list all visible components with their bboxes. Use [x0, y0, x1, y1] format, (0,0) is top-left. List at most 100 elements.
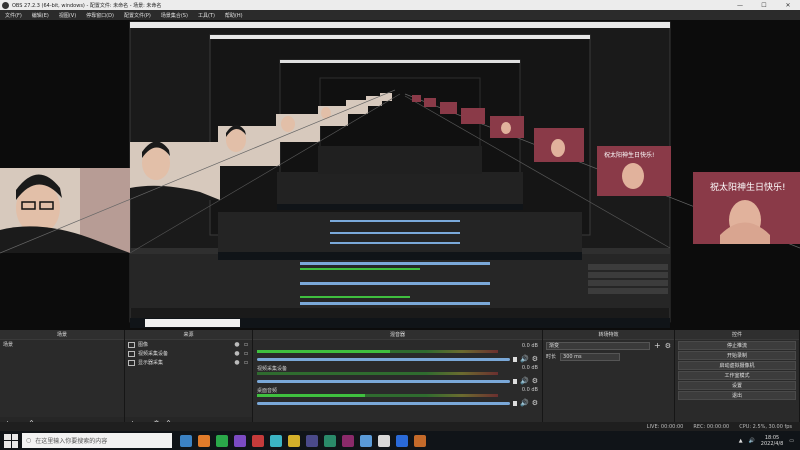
- channel-volume: 0.0 dB: [521, 365, 538, 371]
- image-icon: [128, 341, 135, 348]
- scenes-dock-title: 场景: [0, 330, 124, 340]
- gear-icon[interactable]: ⚙: [532, 399, 538, 407]
- taskbar-app-icon[interactable]: [288, 434, 300, 447]
- channel-name: 桌面音频: [257, 388, 278, 394]
- volume-slider[interactable]: [257, 379, 510, 383]
- volume-meter: [257, 394, 498, 397]
- menu-view[interactable]: 视图(V): [54, 12, 81, 19]
- scene-item[interactable]: 场景: [0, 340, 124, 349]
- network-icon[interactable]: ▲: [739, 438, 743, 444]
- windows-taskbar: ○ 在这里输入你要搜索的内容 ▲ 🔊 18:05 2022/4/8 ▭: [0, 431, 800, 450]
- eye-icon[interactable]: ●: [234, 350, 240, 357]
- menu-bar: 文件(F) 编辑(E) 视图(V) 停靠窗口(D) 配置文件(P) 场景集合(S…: [0, 10, 800, 20]
- channel-volume: 0.0 dB: [521, 387, 538, 393]
- taskbar-app-icon[interactable]: [324, 434, 336, 447]
- mixer-dock-title: 混音器: [253, 330, 542, 340]
- notification-icon[interactable]: ▭: [789, 438, 794, 444]
- window-controls: — ☐ ✕: [728, 2, 800, 9]
- source-item-camera[interactable]: 视频采集设备 ● ▫: [125, 349, 252, 358]
- slider-thumb[interactable]: [513, 400, 517, 406]
- taskbar-app-icon[interactable]: [378, 434, 390, 447]
- window-title: OBS 27.2.3 (64-bit, windows) - 配置文件: 未命名…: [12, 2, 162, 9]
- transitions-dock: 转场特效 渐变 + ⚙ 时长 300 ms: [543, 330, 675, 430]
- source-name: 图像: [138, 342, 149, 348]
- duration-input[interactable]: 300 ms: [560, 352, 621, 361]
- duration-label: 时长: [546, 354, 557, 360]
- search-icon: ○: [26, 437, 32, 444]
- gear-icon[interactable]: ⚙: [532, 377, 538, 385]
- gear-icon[interactable]: ⚙: [532, 355, 538, 363]
- virtual-camera-button[interactable]: 启动虚拟摄像机: [678, 361, 796, 370]
- mixer-dock: 混音器 0.0 dB 🔊 ⚙ 视频采集设备 0.0 dB 🔊 ⚙ 桌面音频 0.…: [253, 330, 543, 430]
- volume-icon[interactable]: 🔊: [749, 438, 755, 444]
- recursive-preview-image: [0, 21, 800, 328]
- scenes-dock: 场景 场景 + − ⌃ ⌄: [0, 330, 125, 430]
- stop-streaming-button[interactable]: 停止推流: [678, 341, 796, 350]
- clock[interactable]: 18:05 2022/4/8: [761, 435, 783, 447]
- source-name: 视频采集设备: [138, 351, 169, 357]
- taskbar-app-icon[interactable]: [234, 434, 246, 447]
- speaker-icon[interactable]: 🔊: [520, 399, 529, 407]
- mixer-channel: 视频采集设备 0.0 dB 🔊 ⚙: [253, 365, 542, 387]
- menu-docks[interactable]: 停靠窗口(D): [81, 12, 119, 19]
- settings-button[interactable]: 设置: [678, 381, 796, 390]
- rec-status: REC: 00:00:00: [693, 423, 730, 430]
- meter-level: [257, 394, 366, 397]
- menu-edit[interactable]: 编辑(E): [27, 12, 54, 19]
- volume-meter: [257, 372, 498, 375]
- preview-banner-text: 祝太阳神生日快乐!: [710, 183, 786, 193]
- taskbar-app-icon[interactable]: [342, 434, 354, 447]
- preview-banner-text-small: 祝太阳神生日快乐!: [604, 152, 655, 159]
- lock-icon[interactable]: ▫: [243, 341, 249, 348]
- eye-icon[interactable]: ●: [234, 359, 240, 366]
- close-button[interactable]: ✕: [776, 2, 800, 9]
- lock-icon[interactable]: ▫: [243, 359, 249, 366]
- source-name: 显示器采集: [138, 360, 164, 366]
- monitor-icon: [128, 359, 135, 366]
- taskbar-app-icon[interactable]: [360, 434, 372, 447]
- maximize-button[interactable]: ☐: [752, 2, 776, 9]
- start-recording-button[interactable]: 开始录制: [678, 351, 796, 360]
- slider-thumb[interactable]: [513, 356, 517, 362]
- menu-scene-collection[interactable]: 场景集合(S): [156, 12, 193, 19]
- menu-help[interactable]: 帮助(H): [220, 12, 248, 19]
- sources-dock-title: 来源: [125, 330, 252, 340]
- windows-start-icon[interactable]: [4, 433, 18, 448]
- add-transition-button[interactable]: +: [654, 341, 661, 350]
- menu-profile[interactable]: 配置文件(P): [119, 12, 156, 19]
- search-placeholder: 在这里输入你要搜索的内容: [35, 438, 108, 445]
- meter-level: [257, 350, 390, 353]
- taskbar-app-icon[interactable]: [180, 434, 192, 447]
- cpu-status: CPU: 2.5%, 30.00 fps: [739, 423, 792, 430]
- slider-thumb[interactable]: [513, 378, 517, 384]
- channel-name: 视频采集设备: [257, 366, 288, 372]
- obs-logo-icon: [2, 1, 9, 9]
- taskbar-search-input[interactable]: ○ 在这里输入你要搜索的内容: [22, 433, 172, 448]
- system-tray: ▲ 🔊 18:05 2022/4/8 ▭: [739, 435, 800, 447]
- taskbar-app-icon[interactable]: [306, 434, 318, 447]
- gear-icon[interactable]: ⚙: [665, 342, 671, 350]
- preview-canvas[interactable]: 祝太阳神生日快乐! 祝太阳神生日快乐!: [0, 20, 800, 330]
- studio-mode-button[interactable]: 工作室模式: [678, 371, 796, 380]
- taskbar-app-icon[interactable]: [414, 434, 426, 447]
- speaker-icon[interactable]: 🔊: [520, 377, 529, 385]
- menu-tools[interactable]: 工具(T): [193, 12, 220, 19]
- taskbar-app-icons: [180, 434, 426, 447]
- exit-button[interactable]: 退出: [678, 391, 796, 400]
- transitions-dock-title: 转场特效: [543, 330, 674, 340]
- menu-file[interactable]: 文件(F): [0, 12, 27, 19]
- taskbar-app-icon[interactable]: [270, 434, 282, 447]
- volume-slider[interactable]: [257, 357, 510, 361]
- speaker-icon[interactable]: 🔊: [520, 355, 529, 363]
- volume-slider[interactable]: [257, 401, 510, 405]
- taskbar-app-icon[interactable]: [252, 434, 264, 447]
- taskbar-app-icon[interactable]: [198, 434, 210, 447]
- source-item-image[interactable]: 图像 ● ▫: [125, 340, 252, 349]
- source-item-monitor[interactable]: 显示器采集 ● ▫: [125, 358, 252, 367]
- transition-select[interactable]: 渐变: [546, 341, 651, 350]
- taskbar-app-icon[interactable]: [396, 434, 408, 447]
- minimize-button[interactable]: —: [728, 2, 752, 9]
- lock-icon[interactable]: ▫: [243, 350, 249, 357]
- taskbar-app-icon[interactable]: [216, 434, 228, 447]
- eye-icon[interactable]: ●: [234, 341, 240, 348]
